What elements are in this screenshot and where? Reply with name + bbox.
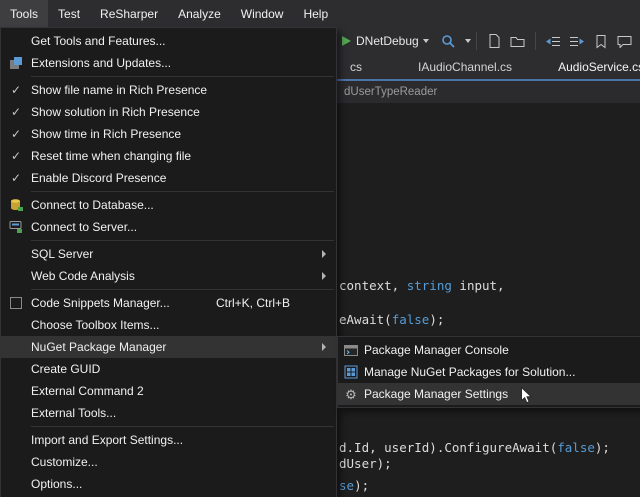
code-line[interactable]: se); xyxy=(339,478,369,494)
menubar-item-analyze[interactable]: Analyze xyxy=(168,0,231,27)
dropdown-caret-icon[interactable] xyxy=(465,39,471,43)
code-line[interactable]: eAwait(false); xyxy=(339,312,444,328)
tab-audioservice[interactable]: AudioService.cs xyxy=(550,56,640,79)
breadcrumb-type[interactable]: dUserTypeReader xyxy=(344,86,437,98)
tab-partial[interactable]: cs xyxy=(342,56,370,79)
toolbar-separator xyxy=(535,32,536,50)
submenu-arrow-icon xyxy=(322,250,326,258)
menu-item-enable-discord-presence[interactable]: ✓ Enable Discord Presence xyxy=(1,167,336,189)
menu-item-connect-to-database[interactable]: Connect to Database... xyxy=(1,194,336,216)
menubar-item-resharper[interactable]: ReSharper xyxy=(90,0,168,27)
menu-item-extensions-and-updates[interactable]: Extensions and Updates... xyxy=(1,52,336,74)
tools-menu: Get Tools and Features... Extensions and… xyxy=(0,27,337,497)
extensions-icon xyxy=(1,56,31,70)
snippets-icon xyxy=(1,296,31,310)
menu-item-show-solution[interactable]: ✓ Show solution in Rich Presence xyxy=(1,101,336,123)
visual-studio-window: Tools Test ReSharper Analyze Window Help… xyxy=(0,0,640,497)
checkmark-icon: ✓ xyxy=(1,149,31,163)
submenu-item-manage-nuget-packages[interactable]: Manage NuGet Packages for Solution... xyxy=(338,361,640,383)
submenu-item-package-manager-settings[interactable]: ⚙ Package Manager Settings xyxy=(338,383,640,405)
menu-separator xyxy=(31,76,334,77)
decrease-indent-icon[interactable] xyxy=(543,31,563,51)
bookmark-icon[interactable] xyxy=(591,31,611,51)
submenu-arrow-icon xyxy=(322,343,326,351)
menu-item-web-code-analysis[interactable]: Web Code Analysis xyxy=(1,265,336,287)
menubar-item-tools[interactable]: Tools xyxy=(0,0,48,27)
increase-indent-icon[interactable] xyxy=(567,31,587,51)
menu-item-code-snippets-manager[interactable]: Code Snippets Manager... Ctrl+K, Ctrl+B xyxy=(1,292,336,314)
checkmark-icon: ✓ xyxy=(1,105,31,119)
checkmark-icon: ✓ xyxy=(1,171,31,185)
new-file-icon[interactable] xyxy=(484,31,504,51)
menu-item-choose-toolbox-items[interactable]: Choose Toolbox Items... xyxy=(1,314,336,336)
code-line[interactable]: d.Id, userId).ConfigureAwait(false); xyxy=(339,440,610,456)
dropdown-caret-icon xyxy=(423,39,429,43)
debug-target-label: DNetDebug xyxy=(356,34,419,48)
code-line[interactable]: dUser); xyxy=(339,456,392,472)
server-icon xyxy=(1,220,31,234)
nuget-submenu: Package Manager Console Manage NuGet Pac… xyxy=(337,336,640,408)
menu-item-sql-server[interactable]: SQL Server xyxy=(1,243,336,265)
shortcut-label: Ctrl+K, Ctrl+B xyxy=(216,296,290,310)
menu-separator xyxy=(31,240,334,241)
menu-item-import-export-settings[interactable]: Import and Export Settings... xyxy=(1,429,336,451)
menu-bar: Tools Test ReSharper Analyze Window Help xyxy=(0,0,640,27)
menu-item-nuget-package-manager[interactable]: NuGet Package Manager xyxy=(1,336,336,358)
open-file-icon[interactable] xyxy=(508,31,528,51)
menu-separator xyxy=(31,191,334,192)
menu-item-external-command-2[interactable]: External Command 2 xyxy=(1,380,336,402)
code-line[interactable]: context, string input, xyxy=(339,278,505,294)
checkmark-icon: ✓ xyxy=(1,127,31,141)
start-debug-button[interactable]: DNetDebug xyxy=(342,34,429,48)
menubar-item-test[interactable]: Test xyxy=(48,0,90,27)
play-icon xyxy=(342,36,351,46)
menu-item-show-file-name[interactable]: ✓ Show file name in Rich Presence xyxy=(1,79,336,101)
toolbar-separator xyxy=(476,32,477,50)
menu-separator xyxy=(31,289,334,290)
comment-icon[interactable] xyxy=(615,31,635,51)
tab-iaudiochannel[interactable]: IAudioChannel.cs xyxy=(410,56,520,79)
menu-item-external-tools[interactable]: External Tools... xyxy=(1,402,336,424)
console-icon xyxy=(338,344,364,357)
menu-item-customize[interactable]: Customize... xyxy=(1,451,336,473)
checkmark-icon: ✓ xyxy=(1,83,31,97)
menu-item-get-tools-and-features[interactable]: Get Tools and Features... xyxy=(1,30,336,52)
menu-item-connect-to-server[interactable]: Connect to Server... xyxy=(1,216,336,238)
submenu-item-package-manager-console[interactable]: Package Manager Console xyxy=(338,339,640,361)
menu-item-create-guid[interactable]: Create GUID xyxy=(1,358,336,380)
menu-item-show-time[interactable]: ✓ Show time in Rich Presence xyxy=(1,123,336,145)
menu-item-options[interactable]: Options... xyxy=(1,473,336,495)
magnifier-icon[interactable] xyxy=(439,31,459,51)
submenu-arrow-icon xyxy=(322,272,326,280)
nuget-packages-icon xyxy=(338,365,364,379)
menubar-item-help[interactable]: Help xyxy=(293,0,338,27)
menu-separator xyxy=(31,426,334,427)
menubar-item-window[interactable]: Window xyxy=(231,0,294,27)
gear-icon: ⚙ xyxy=(338,388,364,401)
database-icon xyxy=(1,198,31,212)
menu-item-reset-time[interactable]: ✓ Reset time when changing file xyxy=(1,145,336,167)
